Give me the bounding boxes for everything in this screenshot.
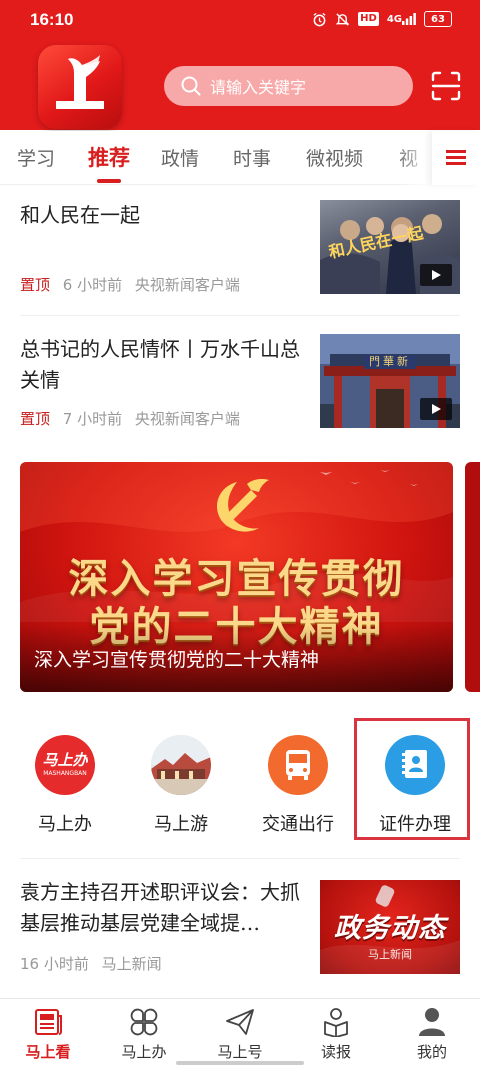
news-thumbnail: 和人民在一起 <box>320 200 460 294</box>
bus-icon <box>268 735 328 795</box>
newspaper-icon <box>35 1009 62 1035</box>
scenic-photo-icon <box>151 735 211 795</box>
tab-study[interactable]: 学习 <box>17 144 55 171</box>
nav-dubao[interactable]: 读报 <box>288 999 384 1067</box>
search-placeholder: 请输入关键字 <box>210 78 307 97</box>
news-time: 7 小时前 <box>62 410 123 428</box>
grid-petals-icon <box>130 1008 158 1036</box>
highlight-box <box>354 718 470 840</box>
news-time: 6 小时前 <box>62 276 123 294</box>
hd-badge: HD <box>358 12 379 26</box>
pinned-badge: 置顶 <box>20 276 51 294</box>
tab-current-affairs[interactable]: 时事 <box>233 144 271 171</box>
play-icon <box>420 398 452 420</box>
news-thumbnail: 政务动态 马上新闻 <box>320 880 460 974</box>
nav-mashanghao[interactable]: 马上号 <box>192 999 288 1067</box>
status-bar: 16:10 HD 4G 63 <box>0 0 480 40</box>
paper-plane-icon <box>226 1009 254 1035</box>
promo-banner[interactable]: 深入学习宣传贯彻 党的二十大精神 深入学习宣传贯彻党的二十大精神 <box>20 462 453 692</box>
news-item[interactable]: 和人民在一起 置顶 6 小时前 央视新闻客户端 和人民在一起 <box>20 200 460 296</box>
search-bar[interactable]: 请输入关键字 <box>164 66 413 106</box>
app-header: 16:10 HD 4G 63 请输入关键字 <box>0 0 480 130</box>
tab-micro-video[interactable]: 微视频 <box>306 144 363 171</box>
channel-tabs: 学习 推荐 政情 时事 微视频 视 <box>0 131 480 185</box>
alarm-icon <box>312 12 327 27</box>
nav-label: 马上号 <box>217 1043 263 1061</box>
news-time: 16 小时前 <box>20 955 89 973</box>
channel-menu-button[interactable] <box>432 131 480 185</box>
pinned-badge: 置顶 <box>20 410 51 428</box>
home-indicator[interactable] <box>176 1061 304 1065</box>
mashangban-logo-sub: MASHANGBAN <box>43 770 87 777</box>
news-item[interactable]: 总书记的人民情怀丨万水千山总关情 置顶 7 小时前 央视新闻客户端 門華新 <box>20 334 460 430</box>
service-mashangyou[interactable]: 马上游 <box>126 735 236 845</box>
bottom-navigation: 马上看 马上办 马上号 读报 我的 <box>0 998 480 1067</box>
news-meta: 置顶 7 小时前 央视新闻客户端 <box>20 408 248 429</box>
divider <box>20 315 460 316</box>
nav-label: 马上办 <box>121 1043 167 1061</box>
tab-fade <box>396 131 432 185</box>
news-meta: 置顶 6 小时前 央视新闻客户端 <box>20 274 248 295</box>
signal-label: 4G <box>386 13 402 25</box>
service-label: 交通出行 <box>262 814 334 835</box>
active-tab-indicator <box>97 179 121 183</box>
signal-icon: 4G <box>387 13 416 25</box>
banner-caption: 深入学习宣传贯彻党的二十大精神 <box>34 649 320 671</box>
service-transport[interactable]: 交通出行 <box>243 735 353 845</box>
news-title: 和人民在一起 <box>20 203 140 227</box>
news-item[interactable]: 袁方主持召开述职评议会：大抓基层推动基层党建全域提… 16 小时前 马上新闻 政… <box>20 877 460 977</box>
news-source: 央视新闻客户端 <box>134 276 240 294</box>
battery-icon: 63 <box>424 11 452 27</box>
nav-label: 马上看 <box>25 1043 71 1061</box>
app-logo[interactable] <box>38 45 122 129</box>
status-icons: HD 4G 63 <box>312 11 452 27</box>
thumbnail-sub: 马上新闻 <box>368 948 412 961</box>
tab-politics[interactable]: 政情 <box>161 144 199 171</box>
tab-recommend[interactable]: 推荐 <box>88 142 130 172</box>
nav-label: 读报 <box>320 1043 351 1061</box>
status-time: 16:10 <box>30 10 74 29</box>
reading-person-icon <box>324 1008 348 1037</box>
service-label: 马上游 <box>154 814 208 835</box>
nav-mashangkan[interactable]: 马上看 <box>0 999 96 1067</box>
news-meta: 16 小时前 马上新闻 <box>20 953 170 974</box>
service-mashangban[interactable]: 马上办 MASHANGBAN 马上办 <box>10 735 120 845</box>
news-title: 袁方主持召开述职评议会：大抓基层推动基层党建全域提… <box>20 880 300 935</box>
mute-bell-icon <box>335 12 350 27</box>
nav-label: 我的 <box>416 1043 447 1061</box>
play-icon <box>420 264 452 286</box>
scan-icon[interactable] <box>430 70 462 102</box>
divider <box>20 858 460 859</box>
service-label: 马上办 <box>38 814 92 835</box>
gate-plaque: 門華新 <box>364 355 416 369</box>
next-banner-peek[interactable] <box>465 462 480 692</box>
mashangban-logo-text: 马上办 <box>42 751 88 769</box>
thumbnail-caption: 政务动态 <box>334 913 446 944</box>
banner-caption-bar: 深入学习宣传贯彻党的二十大精神 <box>20 624 453 692</box>
mashangban-logo-icon: 马上办 MASHANGBAN <box>35 735 95 795</box>
news-source: 央视新闻客户端 <box>134 410 240 428</box>
nav-mashangban[interactable]: 马上办 <box>96 999 192 1067</box>
news-source: 马上新闻 <box>101 955 162 973</box>
person-icon <box>419 1008 445 1036</box>
search-icon <box>181 76 201 96</box>
nav-mine[interactable]: 我的 <box>384 999 480 1067</box>
news-title: 总书记的人民情怀丨万水千山总关情 <box>20 337 300 392</box>
news-thumbnail: 門華新 <box>320 334 460 428</box>
